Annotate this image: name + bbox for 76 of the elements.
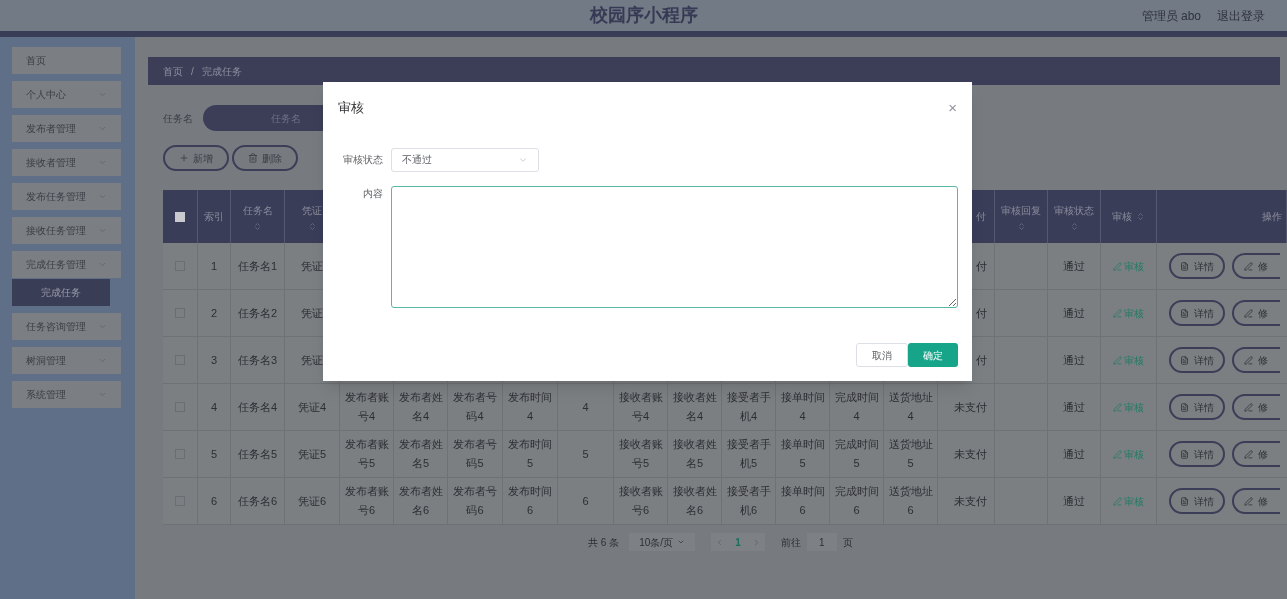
edit-button[interactable]: 修 bbox=[1232, 300, 1280, 326]
details-button[interactable]: 详情 bbox=[1169, 488, 1225, 514]
pen-icon bbox=[1113, 496, 1122, 506]
sidebar-item[interactable]: 首页 bbox=[12, 47, 121, 74]
edit-button[interactable]: 修 bbox=[1232, 394, 1280, 420]
details-button[interactable]: 详情 bbox=[1169, 300, 1225, 326]
plus-icon bbox=[179, 153, 189, 163]
sort-icon[interactable] bbox=[253, 221, 262, 231]
table-cell: 送货地址6 bbox=[884, 478, 938, 525]
sort-icon[interactable] bbox=[1016, 221, 1026, 231]
document-icon bbox=[1180, 449, 1189, 459]
field-label: 内容 bbox=[362, 186, 383, 201]
details-button[interactable]: 详情 bbox=[1169, 347, 1225, 373]
table-cell: 接收者账号6 bbox=[614, 478, 668, 525]
cancel-button[interactable]: 取消 bbox=[856, 343, 908, 367]
sort-icon[interactable] bbox=[1069, 221, 1079, 231]
details-button[interactable]: 详情 bbox=[1169, 394, 1225, 420]
details-button[interactable]: 详情 bbox=[1169, 441, 1225, 467]
table-cell: 发布者号码6 bbox=[448, 478, 503, 525]
edit-button[interactable]: 修 bbox=[1232, 488, 1280, 514]
table-cell: 通过 bbox=[1048, 478, 1101, 525]
pen-icon bbox=[1244, 402, 1253, 412]
total-count: 共 6 条 bbox=[588, 535, 620, 550]
table-cell: 6 bbox=[198, 478, 231, 525]
close-button[interactable]: × bbox=[948, 100, 957, 116]
table-cell: 发布者账号6 bbox=[340, 478, 394, 525]
table-cell: 接受者手机6 bbox=[722, 478, 776, 525]
page-size-select[interactable]: 10条/页 bbox=[629, 533, 696, 551]
table-cell: 任务名6 bbox=[231, 478, 285, 525]
pen-icon bbox=[1113, 261, 1122, 271]
table-cell: 完成时间6 bbox=[830, 478, 884, 525]
edit-button[interactable]: 修 bbox=[1232, 347, 1280, 373]
sort-icon[interactable] bbox=[307, 221, 317, 231]
sidebar-subitem[interactable]: 完成任务 bbox=[12, 279, 110, 306]
document-icon bbox=[1180, 496, 1189, 506]
user-name: 管理员 abo bbox=[1141, 7, 1201, 25]
table-cell: 接收者姓名6 bbox=[668, 478, 722, 525]
logout-link[interactable]: 退出登录 bbox=[1217, 6, 1265, 25]
confirm-button[interactable]: 确定 bbox=[908, 343, 958, 367]
chevron-down-icon bbox=[677, 538, 686, 546]
table-cell: 凭证6 bbox=[285, 478, 340, 525]
page-suffix: 页 bbox=[842, 535, 853, 550]
document-icon bbox=[1180, 261, 1189, 271]
details-button[interactable]: 详情 bbox=[1169, 253, 1225, 279]
pen-icon bbox=[1244, 355, 1253, 365]
content-field[interactable] bbox=[391, 185, 958, 308]
edit-button[interactable]: 修 bbox=[1232, 441, 1280, 467]
app-title: 校园序小程序 bbox=[589, 4, 698, 27]
trash-icon bbox=[248, 153, 258, 163]
document-icon bbox=[1180, 308, 1189, 318]
breadcrumb-current: 完成任务 bbox=[201, 64, 242, 79]
table-cell: 6 bbox=[558, 478, 614, 525]
edit-button[interactable]: 修 bbox=[1232, 253, 1280, 279]
table-cell: 发布者姓名6 bbox=[394, 478, 448, 525]
page-number[interactable]: 1 bbox=[732, 534, 744, 550]
breadcrumb-separator: / bbox=[191, 64, 194, 79]
table-cell: 未支付 bbox=[938, 478, 995, 525]
breadcrumb-link[interactable]: 首页 bbox=[163, 63, 183, 79]
field-label: 审核状态 bbox=[342, 153, 383, 167]
pen-icon bbox=[1113, 308, 1122, 318]
pen-icon bbox=[1113, 355, 1122, 365]
table-cell: 发布时间6 bbox=[503, 478, 558, 525]
status-select[interactable]: 不通过 bbox=[391, 147, 539, 172]
pen-icon bbox=[1244, 496, 1253, 506]
pen-icon bbox=[1113, 449, 1122, 459]
pen-icon bbox=[1244, 308, 1253, 318]
pen-icon bbox=[1113, 402, 1122, 412]
pen-icon bbox=[1244, 261, 1253, 271]
document-icon bbox=[1180, 402, 1189, 412]
sort-icon[interactable] bbox=[1136, 212, 1145, 221]
select-all-checkbox[interactable] bbox=[175, 211, 185, 222]
pen-icon bbox=[1244, 449, 1253, 459]
goto-label: 前往 bbox=[780, 535, 801, 550]
document-icon bbox=[1180, 355, 1189, 365]
page-input[interactable]: 1 bbox=[806, 533, 837, 551]
table-cell: 接单时间6 bbox=[776, 478, 830, 525]
